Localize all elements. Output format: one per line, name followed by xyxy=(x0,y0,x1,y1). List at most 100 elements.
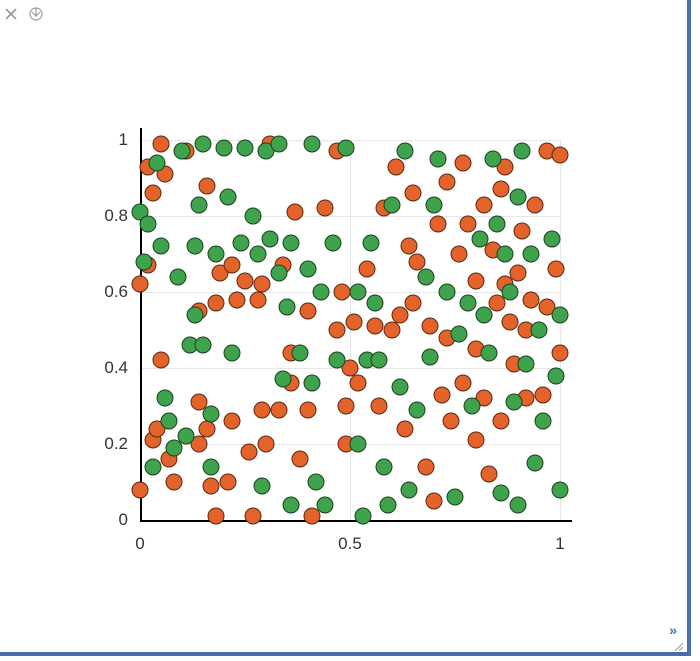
data-point xyxy=(371,352,388,369)
data-point xyxy=(199,420,216,437)
data-point xyxy=(161,413,178,430)
toolbar xyxy=(4,6,44,22)
data-point xyxy=(169,268,186,285)
data-point xyxy=(552,147,569,164)
data-point xyxy=(350,284,367,301)
data-point xyxy=(451,325,468,342)
data-point xyxy=(153,352,170,369)
y-tick-label: 0.6 xyxy=(78,282,128,302)
data-point xyxy=(480,344,497,361)
data-point xyxy=(312,284,329,301)
data-point xyxy=(552,481,569,498)
data-point xyxy=(316,200,333,217)
data-point xyxy=(405,295,422,312)
data-point xyxy=(249,246,266,263)
data-point xyxy=(426,493,443,510)
data-point xyxy=(199,177,216,194)
data-point xyxy=(510,496,527,513)
data-point xyxy=(232,234,249,251)
gridline-v xyxy=(560,140,561,520)
data-point xyxy=(174,143,191,160)
data-point xyxy=(426,196,443,213)
data-point xyxy=(417,268,434,285)
data-point xyxy=(186,238,203,255)
data-point xyxy=(350,375,367,392)
data-point xyxy=(144,458,161,475)
data-point xyxy=(396,420,413,437)
data-point xyxy=(430,215,447,232)
data-point xyxy=(237,139,254,156)
expand-icon[interactable]: » xyxy=(669,622,677,638)
data-point xyxy=(153,238,170,255)
data-point xyxy=(447,489,464,506)
data-point xyxy=(140,215,157,232)
data-point xyxy=(392,379,409,396)
data-point xyxy=(228,291,245,308)
data-point xyxy=(434,386,451,403)
data-point xyxy=(203,405,220,422)
data-point xyxy=(283,496,300,513)
data-point xyxy=(148,154,165,171)
data-point xyxy=(203,477,220,494)
data-point xyxy=(287,204,304,221)
data-point xyxy=(455,154,472,171)
data-point xyxy=(258,436,275,453)
data-point xyxy=(329,352,346,369)
data-point xyxy=(501,314,518,331)
data-point xyxy=(241,443,258,460)
data-point xyxy=(132,276,149,293)
data-point xyxy=(300,261,317,278)
x-tick-label: 1 xyxy=(540,534,580,554)
x-tick-label: 0.5 xyxy=(330,534,370,554)
data-point xyxy=(245,208,262,225)
data-point xyxy=(333,284,350,301)
data-point xyxy=(510,265,527,282)
data-point xyxy=(375,458,392,475)
data-point xyxy=(136,253,153,270)
data-point xyxy=(379,496,396,513)
data-point xyxy=(493,181,510,198)
data-point xyxy=(220,474,237,491)
data-point xyxy=(363,234,380,251)
data-point xyxy=(270,401,287,418)
data-point xyxy=(144,185,161,202)
data-point xyxy=(279,299,296,316)
data-point xyxy=(329,322,346,339)
data-point xyxy=(300,303,317,320)
data-point xyxy=(224,344,241,361)
data-point xyxy=(417,458,434,475)
close-icon[interactable] xyxy=(4,7,18,21)
data-point xyxy=(430,151,447,168)
data-point xyxy=(543,230,560,247)
data-point xyxy=(274,371,291,388)
data-point xyxy=(367,318,384,335)
data-point xyxy=(337,398,354,415)
y-tick-label: 0.4 xyxy=(78,358,128,378)
data-point xyxy=(522,246,539,263)
data-point xyxy=(421,348,438,365)
data-point xyxy=(207,246,224,263)
data-point xyxy=(249,291,266,308)
data-point xyxy=(371,398,388,415)
data-point xyxy=(354,508,371,525)
data-point xyxy=(484,151,501,168)
download-icon[interactable] xyxy=(28,6,44,22)
data-point xyxy=(388,158,405,175)
data-point xyxy=(514,143,531,160)
data-point xyxy=(489,215,506,232)
data-point xyxy=(522,291,539,308)
data-point xyxy=(476,306,493,323)
resize-corner-icon[interactable] xyxy=(673,638,683,648)
data-point xyxy=(300,401,317,418)
data-point xyxy=(270,135,287,152)
data-point xyxy=(547,261,564,278)
data-point xyxy=(459,295,476,312)
data-point xyxy=(304,375,321,392)
data-point xyxy=(552,344,569,361)
data-point xyxy=(346,314,363,331)
data-point xyxy=(468,432,485,449)
data-point xyxy=(308,474,325,491)
data-point xyxy=(501,284,518,301)
data-point xyxy=(195,337,212,354)
data-point xyxy=(505,394,522,411)
